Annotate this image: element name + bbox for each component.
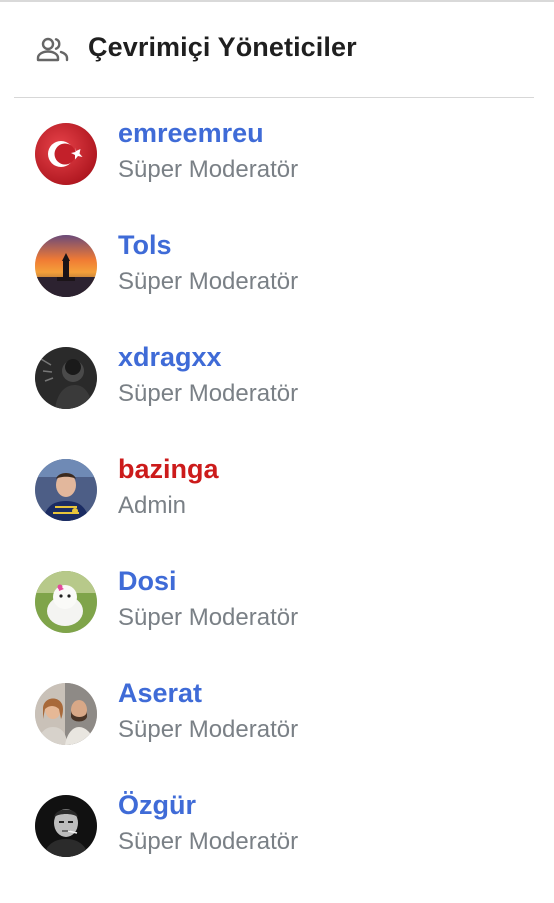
list-item: Dosi Süper Moderatör bbox=[0, 546, 554, 658]
moderator-role: Süper Moderatör bbox=[118, 604, 299, 631]
moderator-role: Süper Moderatör bbox=[118, 268, 299, 295]
moderator-name[interactable]: emreemreu bbox=[118, 118, 264, 149]
list-item: Aserat Süper Moderatör bbox=[0, 658, 554, 770]
moderator-role: Süper Moderatör bbox=[118, 716, 299, 743]
online-admins-panel: Çevrimiçi Yöneticiler emreemreu Süper Mo… bbox=[0, 0, 554, 903]
panel-header: Çevrimiçi Yöneticiler bbox=[0, 2, 554, 98]
moderator-name[interactable]: Dosi bbox=[118, 566, 177, 597]
list-item: bazinga Admin bbox=[0, 434, 554, 546]
moderator-name[interactable]: Tols bbox=[118, 230, 172, 261]
moderator-role: Süper Moderatör bbox=[118, 156, 299, 183]
list-item: xdragxx Süper Moderatör bbox=[0, 322, 554, 434]
moderator-name[interactable]: xdragxx bbox=[118, 342, 222, 373]
dark-portrait-avatar[interactable] bbox=[35, 347, 97, 409]
bw-portrait-avatar[interactable] bbox=[35, 795, 97, 857]
list-item: Tols Süper Moderatör bbox=[0, 210, 554, 322]
panel-title: Çevrimiçi Yöneticiler bbox=[88, 32, 357, 62]
moderator-role: Süper Moderatör bbox=[118, 828, 299, 855]
people-icon bbox=[36, 37, 70, 63]
admin-name[interactable]: bazinga bbox=[118, 454, 219, 485]
list-item: Özgür Süper Moderatör bbox=[0, 770, 554, 882]
admin-role: Admin bbox=[118, 492, 187, 519]
turkish-flag-avatar[interactable] bbox=[35, 123, 97, 185]
moderator-role: Süper Moderatör bbox=[118, 380, 299, 407]
couple-photo-avatar[interactable] bbox=[35, 683, 97, 745]
jersey-portrait-avatar[interactable] bbox=[35, 459, 97, 521]
sunset-tower-avatar[interactable] bbox=[35, 235, 97, 297]
moderator-name[interactable]: Özgür bbox=[118, 790, 196, 821]
list-item: emreemreu Süper Moderatör bbox=[0, 98, 554, 210]
white-kitten-avatar[interactable] bbox=[35, 571, 97, 633]
moderator-name[interactable]: Aserat bbox=[118, 678, 202, 709]
